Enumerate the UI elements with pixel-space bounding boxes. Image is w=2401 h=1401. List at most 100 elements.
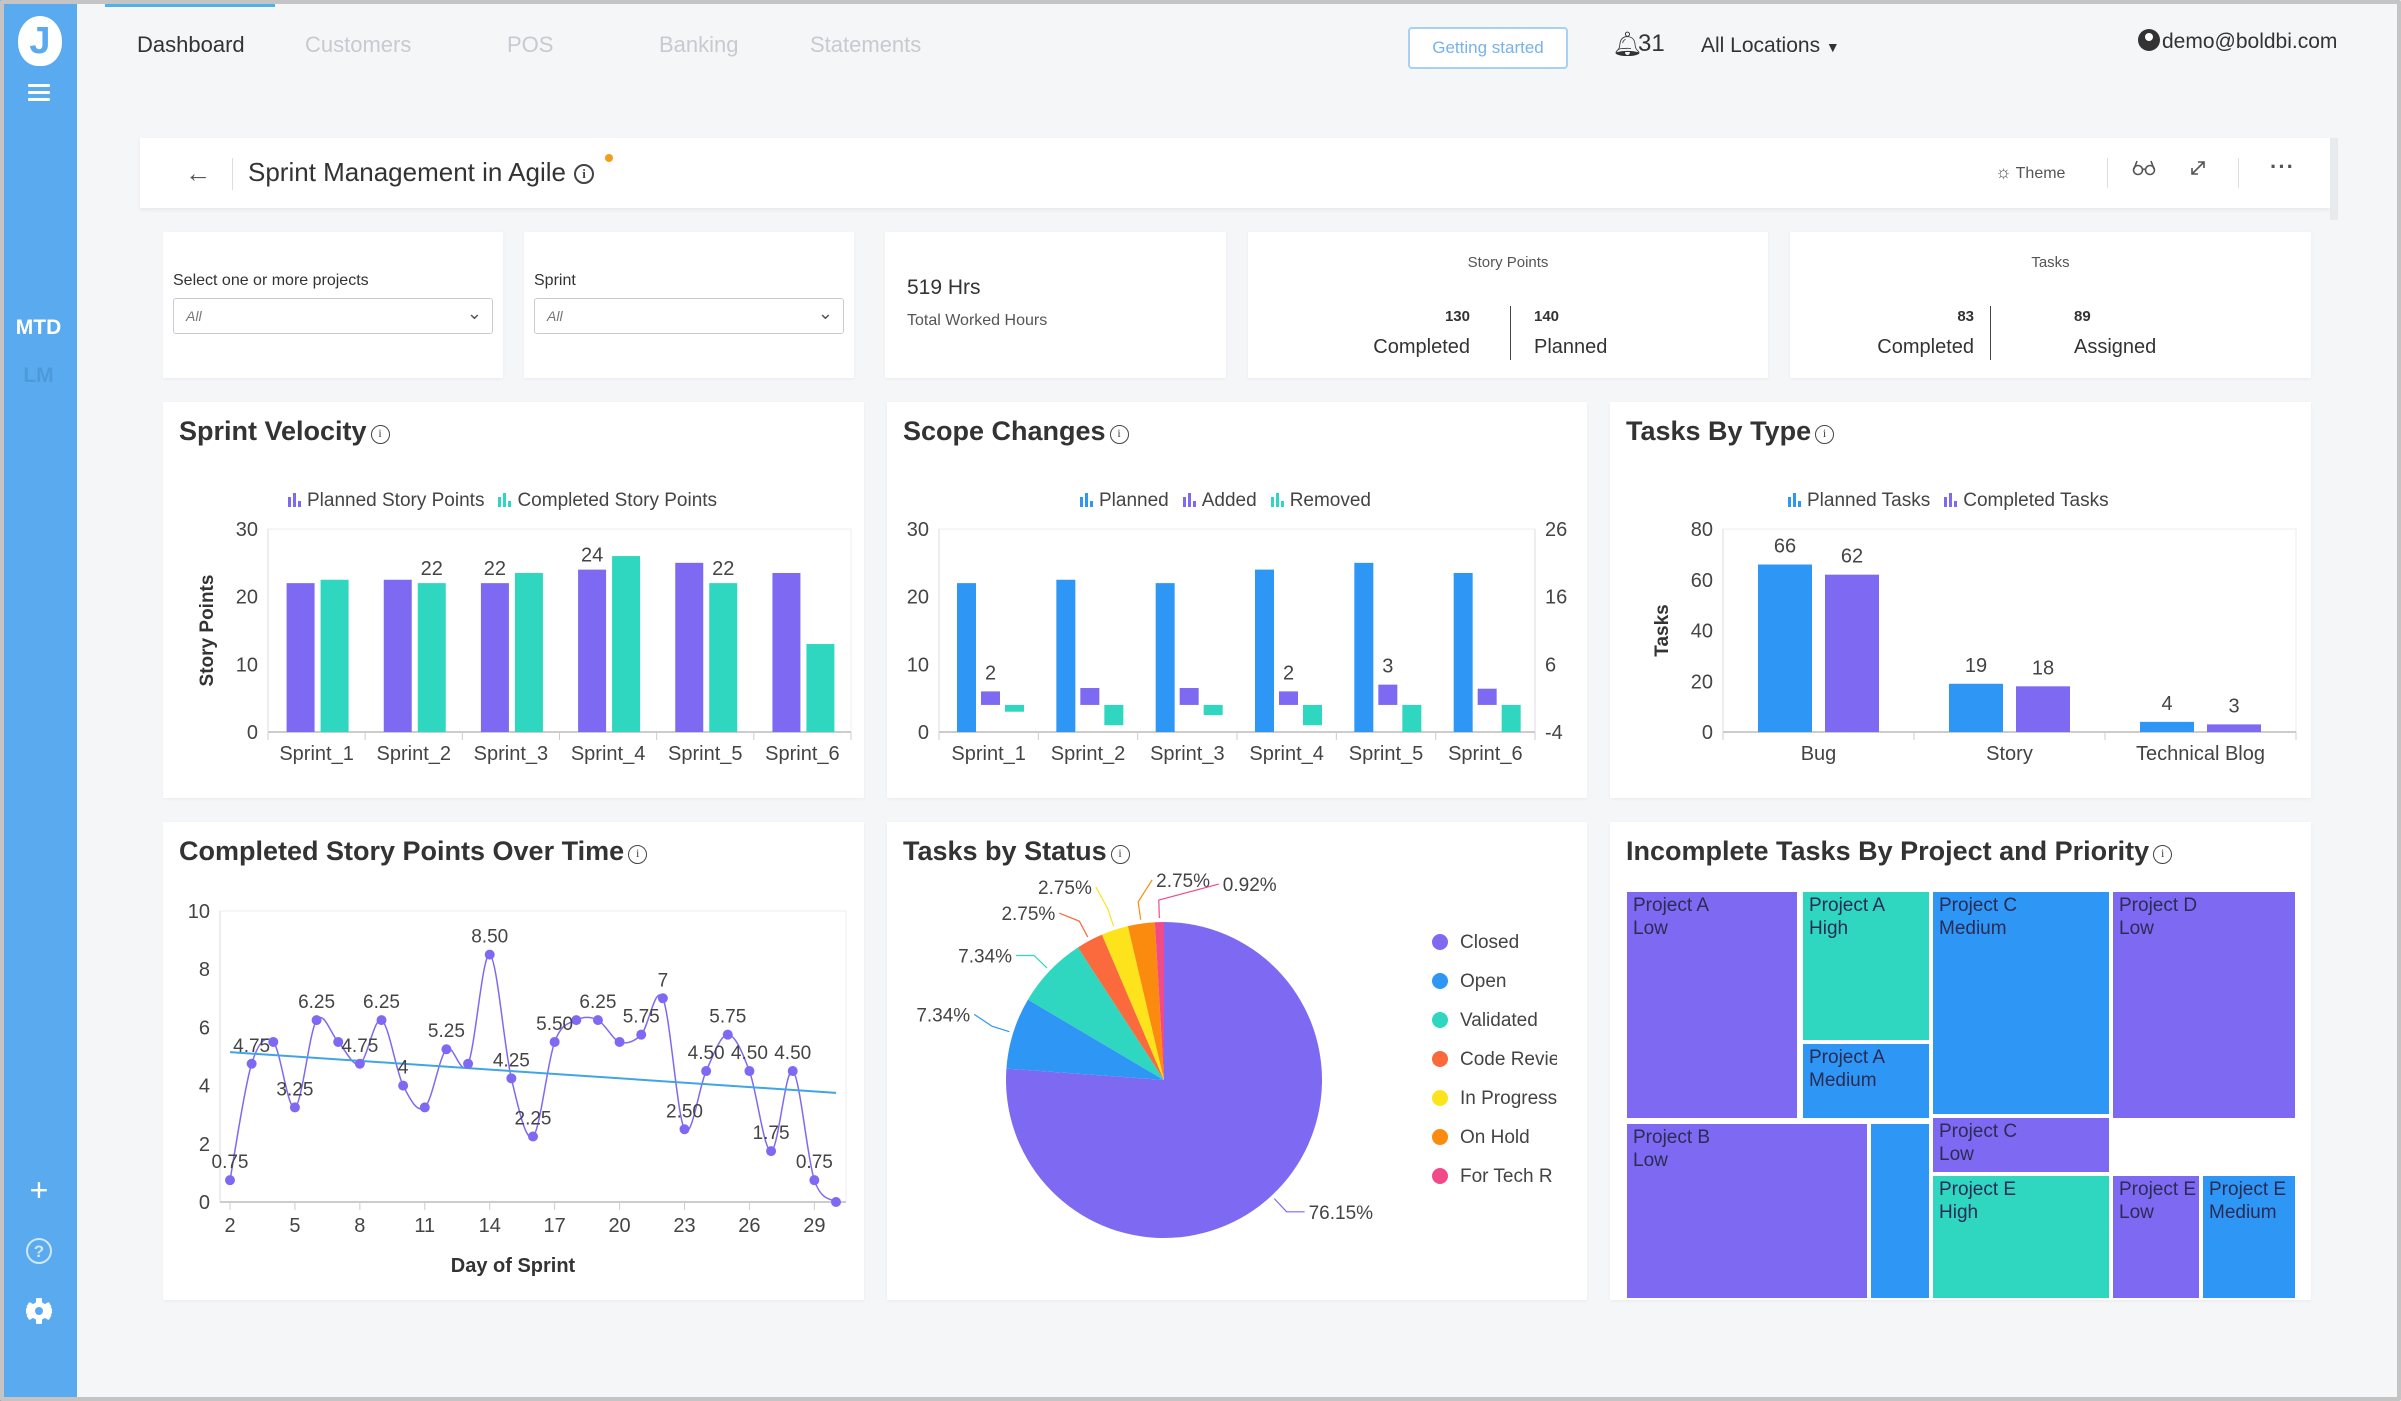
bar [1501, 704, 1521, 732]
back-arrow-icon[interactable]: ← [185, 158, 211, 189]
legend-item[interactable]: On Hold [1432, 1127, 1557, 1166]
tab-dashboard[interactable]: Dashboard [137, 32, 245, 58]
y2-tick-label: 6 [1545, 654, 1556, 676]
legend-item[interactable]: For Tech R [1432, 1166, 1557, 1205]
legend-label: In Progress [1460, 1088, 1557, 1109]
user-menu[interactable]: demo@boldbi.com [2138, 29, 2337, 54]
app-logo[interactable]: J [18, 16, 62, 66]
getting-started-button[interactable]: Getting started [1408, 27, 1568, 69]
sidebar-item-lm[interactable]: LM [0, 364, 77, 388]
data-point [657, 993, 668, 1004]
help-icon[interactable]: ? [24, 1236, 54, 1266]
x-tick-label: Sprint_6 [765, 743, 840, 765]
cell-priority-label: High [1809, 918, 1849, 939]
x-tick-label: 26 [738, 1215, 760, 1237]
data-label: 4.50 [774, 1043, 811, 1064]
x-tick-label: 29 [803, 1215, 825, 1237]
data-label: 0.75 [796, 1152, 833, 1173]
data-label: 2.50 [666, 1101, 703, 1122]
treemap-cell[interactable]: Project B Low [1625, 1122, 1869, 1300]
data-label: 4.75 [341, 1036, 378, 1057]
bar [383, 579, 412, 732]
data-point [311, 1015, 322, 1026]
cell-priority-label: Medium [2209, 1202, 2277, 1223]
legend-label: Closed [1460, 932, 1520, 953]
pie-legend-icon [1432, 934, 1448, 950]
bar [1179, 688, 1199, 705]
legend-item[interactable]: Closed [1432, 932, 1557, 971]
info-icon[interactable]: i [574, 164, 594, 184]
location-dropdown[interactable]: All Locations ▼ [1701, 34, 1840, 58]
cell-priority-label: High [1939, 1202, 1979, 1223]
bar [709, 583, 738, 732]
bar [2140, 721, 2194, 732]
divider [2107, 158, 2108, 188]
tab-pos[interactable]: POS [507, 32, 553, 58]
data-point [679, 1124, 690, 1135]
plot-area [938, 528, 1536, 733]
treemap-cell[interactable]: Project E Medium [2201, 1174, 2297, 1300]
tab-statements[interactable]: Statements [810, 32, 921, 58]
data-point [225, 1175, 235, 1186]
y-tick-label: 0 [247, 722, 258, 744]
cell-project-label: Project D [2119, 895, 2198, 916]
x-tick-label: Sprint_5 [668, 743, 743, 765]
y2-tick-label: 26 [1545, 519, 1567, 541]
gear-icon[interactable] [24, 1296, 54, 1326]
theme-button[interactable]: ☼ Theme [1995, 162, 2065, 183]
scrollbar[interactable] [2330, 138, 2338, 220]
legend-item[interactable]: Code Revie [1432, 1049, 1557, 1088]
data-point [246, 1058, 257, 1069]
sidebar-item-mtd[interactable]: MTD [0, 316, 77, 346]
data-label: 2.25 [515, 1109, 552, 1130]
info-icon[interactable]: i [2153, 845, 2173, 864]
tab-banking[interactable]: Banking [659, 32, 739, 58]
tab-customers[interactable]: Customers [305, 32, 411, 58]
data-label: 8.50 [471, 927, 508, 948]
treemap-cell[interactable] [1869, 1122, 1931, 1300]
data-point [463, 1058, 474, 1069]
y-tick-label: 30 [236, 519, 258, 541]
pie-legend-icon [1432, 1012, 1448, 1028]
bar [1279, 691, 1298, 705]
x-axis-title: Day of Sprint [451, 1255, 576, 1277]
legend-item[interactable]: In Progress [1432, 1088, 1557, 1127]
treemap-cell[interactable]: Project E Low [2111, 1174, 2201, 1300]
treemap-cell[interactable]: Project C Medium [1931, 890, 2111, 1116]
y-tick-label: 10 [236, 654, 258, 676]
sun-icon: ☼ [1995, 162, 2012, 182]
x-tick-label: Sprint_5 [1349, 743, 1424, 765]
cell-priority-label: Low [2119, 918, 2154, 939]
menu-icon[interactable] [28, 84, 50, 105]
bar [981, 691, 1000, 705]
project-select[interactable]: All ⌄ [173, 298, 493, 334]
treemap-cell[interactable]: Project C Low [1931, 1116, 2111, 1174]
bar [514, 572, 543, 732]
plus-icon[interactable]: + [24, 1174, 54, 1206]
treemap-cell[interactable]: Project E High [1931, 1174, 2111, 1300]
notification-count[interactable]: 31 [1638, 30, 1665, 58]
data-label: 66 [1774, 536, 1796, 558]
y-tick-label: 30 [907, 519, 929, 541]
treemap-cell[interactable]: Project D Low [2111, 890, 2297, 1120]
x-tick-label: Technical Blog [2136, 743, 2265, 765]
view-glasses-icon[interactable] [2132, 158, 2156, 184]
expand-icon[interactable] [2188, 158, 2208, 184]
data-label: 6.25 [363, 992, 400, 1013]
cell-project-label: Project E [1939, 1179, 2017, 1200]
divider [232, 158, 233, 190]
treemap-cell[interactable]: Project A Medium [1801, 1042, 1931, 1120]
pie-legend-icon [1432, 1129, 1448, 1145]
y-tick-label: 40 [1691, 621, 1713, 643]
bar [1354, 562, 1374, 732]
legend-item[interactable]: Validated [1432, 1010, 1557, 1049]
pie-legend-icon [1432, 973, 1448, 989]
label-connector [1137, 879, 1153, 920]
more-options-icon[interactable]: ··· [2270, 154, 2295, 180]
treemap-cell[interactable]: Project A Low [1625, 890, 1799, 1120]
active-tab-indicator [105, 3, 275, 7]
treemap-cell[interactable]: Project A High [1801, 890, 1931, 1042]
sprint-select[interactable]: All ⌄ [534, 298, 844, 334]
legend-item[interactable]: Open [1432, 971, 1557, 1010]
data-label: 4.25 [493, 1050, 530, 1071]
